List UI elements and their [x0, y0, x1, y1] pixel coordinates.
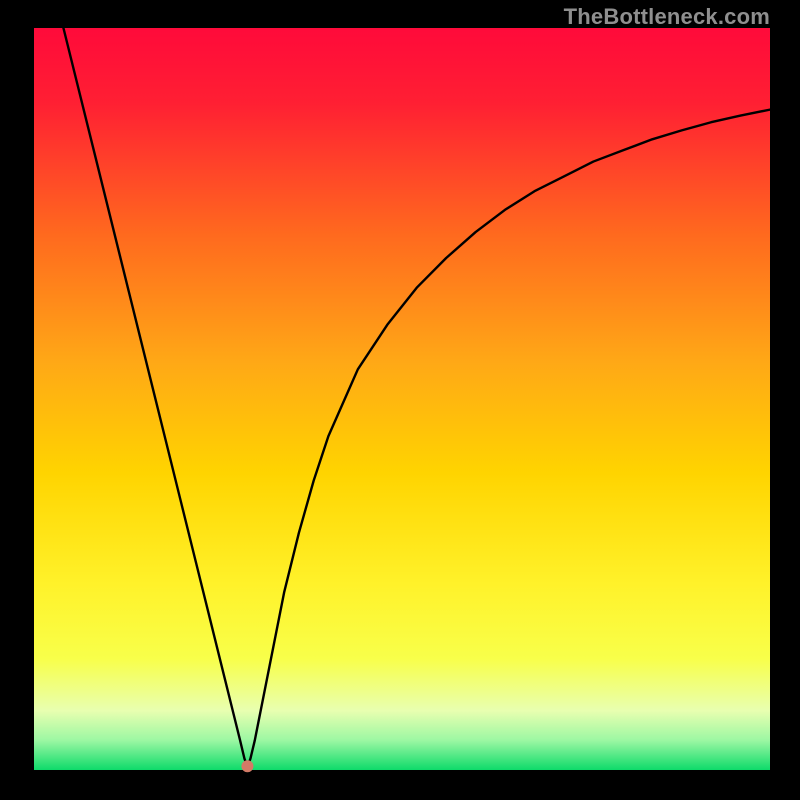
bottleneck-chart — [0, 0, 800, 800]
chart-frame: { "watermark": "TheBottleneck.com", "cha… — [0, 0, 800, 800]
plot-background — [34, 28, 770, 770]
optimal-point-marker — [241, 760, 253, 772]
watermark-text: TheBottleneck.com — [564, 4, 770, 30]
